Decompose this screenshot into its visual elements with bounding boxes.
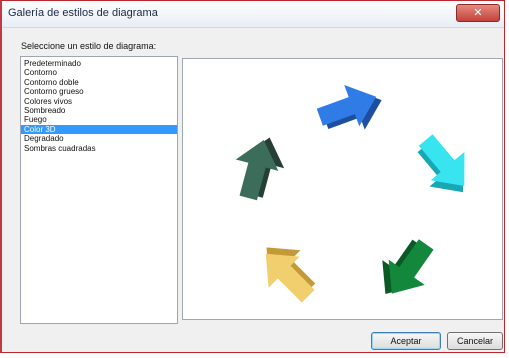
cyan-arrow (417, 134, 465, 193)
style-preview (182, 58, 503, 320)
style-list[interactable]: Predeterminado Contorno Contorno doble Cont… (20, 56, 178, 324)
close-button[interactable]: ✕ (456, 4, 500, 22)
style-item[interactable]: Contorno (21, 68, 177, 77)
blue-arrow (316, 84, 382, 130)
cancel-button[interactable]: Cancelar (447, 332, 503, 350)
style-prompt-label: Seleccione un estilo de diagrama: (21, 41, 157, 51)
style-item[interactable]: Contorno grueso (21, 87, 177, 96)
yellow-arrow (265, 247, 316, 303)
dark-teal-arrow (235, 137, 285, 201)
green-arrow (382, 239, 434, 294)
style-item[interactable]: Degradado (21, 134, 177, 143)
preview-canvas (235, 84, 465, 303)
style-item[interactable]: Color 3D (21, 124, 177, 135)
style-item[interactable]: Sombreado (21, 106, 177, 115)
style-item[interactable]: Contorno doble (21, 78, 177, 87)
style-item[interactable]: Predeterminado (21, 59, 177, 68)
style-item[interactable]: Fuego (21, 115, 177, 124)
title-bar[interactable]: Galería de estilos de diagrama ✕ (2, 1, 504, 28)
style-item[interactable]: Sombras cuadradas (21, 144, 177, 153)
diagram-style-gallery-dialog: Galería de estilos de diagrama ✕ Selecci… (0, 0, 505, 353)
dialog-title: Galería de estilos de diagrama (8, 7, 158, 19)
ok-button[interactable]: Aceptar (371, 332, 441, 350)
style-item[interactable]: Colores vivos (21, 97, 177, 106)
close-icon: ✕ (473, 6, 483, 19)
